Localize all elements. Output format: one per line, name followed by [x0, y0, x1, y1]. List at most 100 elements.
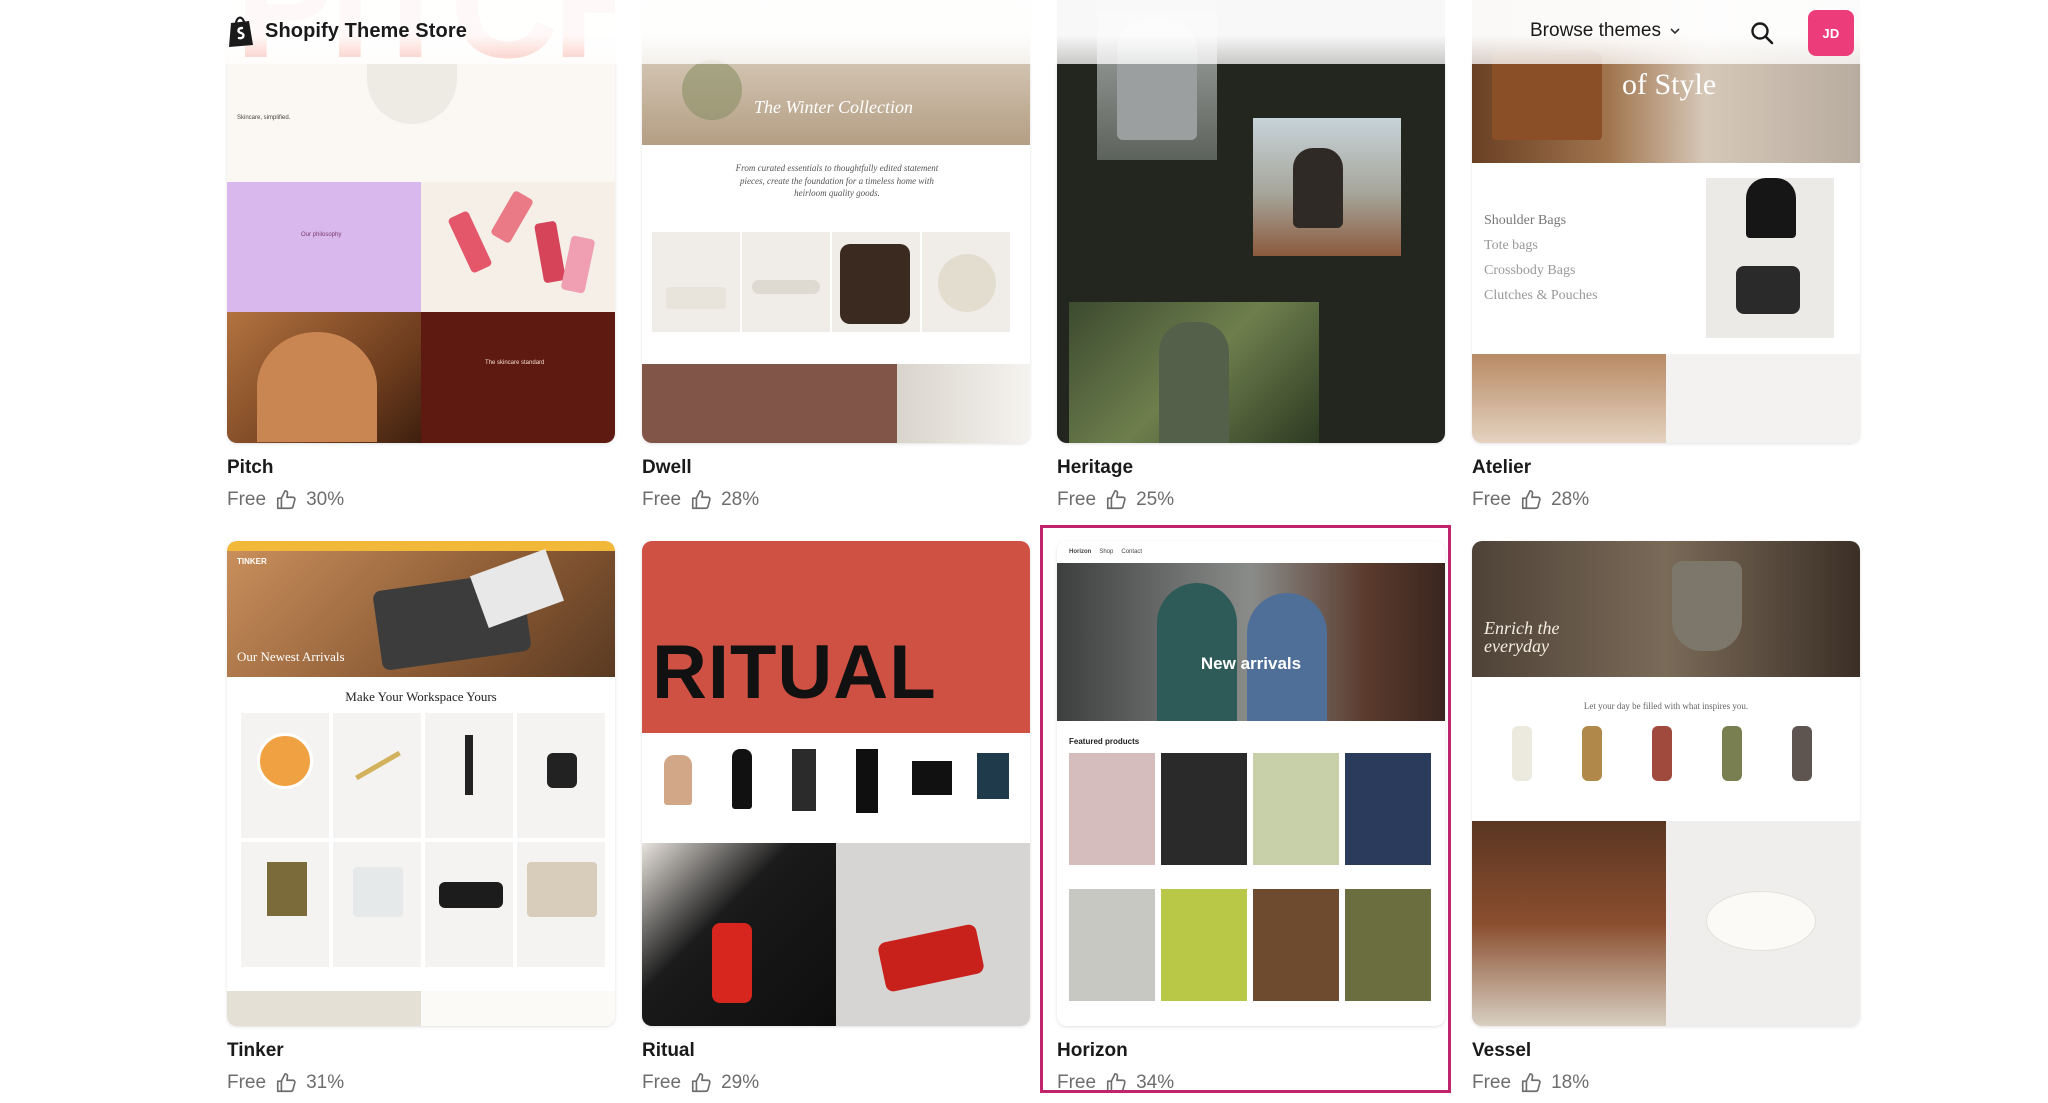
vessel-hero-title: Enrich the everyday: [1484, 618, 1560, 656]
tinker-product-plant: [517, 713, 605, 838]
horizon-section-title: Featured products: [1069, 737, 1140, 746]
theme-card-ritual[interactable]: RITUAL Ritual Free 29%: [642, 541, 1030, 1094]
theme-preview-dwell[interactable]: The Winter Collection From curated essen…: [642, 0, 1030, 443]
atelier-category: Crossbody Bags: [1484, 263, 1576, 278]
theme-card-horizon[interactable]: Horizon Shop Contact New arrivals Featur…: [1057, 541, 1445, 1094]
horizon-product: [1069, 889, 1155, 1001]
thumbs-up-icon: [1522, 490, 1541, 510]
theme-preview-ritual[interactable]: RITUAL: [642, 541, 1030, 1026]
user-avatar[interactable]: JD: [1808, 10, 1854, 56]
vessel-bottle: [1512, 726, 1532, 781]
theme-name[interactable]: Tinker: [227, 1040, 615, 1062]
theme-card-dwell[interactable]: The Winter Collection From curated essen…: [642, 0, 1030, 511]
pitch-tagline: Skincare, simplified.: [237, 115, 291, 121]
dwell-product-4: [922, 232, 1010, 332]
theme-preview-pitch[interactable]: PITCH Skincare, simplified. Our philosop…: [227, 0, 615, 443]
tinker-product-glasses: [333, 842, 421, 967]
horizon-product: [1253, 889, 1339, 1001]
vessel-bottle: [1792, 726, 1812, 781]
search-icon[interactable]: [1749, 20, 1775, 46]
dwell-banner-panel: [642, 364, 897, 443]
theme-price: Free: [227, 489, 267, 510]
theme-price: Free: [227, 1072, 267, 1093]
theme-meta: Free 30%: [227, 489, 615, 511]
theme-card-atelier[interactable]: of Style Shoulder Bags Tote bags Crossbo…: [1472, 0, 1860, 511]
theme-name[interactable]: Atelier: [1472, 457, 1860, 479]
horizon-nav-item: Shop: [1099, 549, 1114, 555]
theme-price: Free: [642, 489, 682, 510]
dwell-banner-image: [897, 364, 1030, 443]
pitch-philosophy-heading: Our philosophy: [301, 232, 342, 238]
thumbs-up-icon: [1522, 1073, 1541, 1093]
theme-name[interactable]: Dwell: [642, 457, 1030, 479]
horizon-hero-image: New arrivals: [1057, 563, 1445, 721]
theme-name[interactable]: Pitch: [227, 457, 615, 479]
theme-name[interactable]: Horizon: [1057, 1040, 1445, 1062]
tinker-section-title: Make Your Workspace Yours: [345, 689, 497, 704]
browse-themes-dropdown[interactable]: Browse themes: [1530, 20, 1681, 42]
dwell-intro-text: From curated essentials to thoughtfully …: [735, 163, 939, 199]
theme-meta: Free 28%: [1472, 489, 1860, 511]
theme-preview-heritage[interactable]: [1057, 0, 1445, 443]
theme-meta: Free 25%: [1057, 489, 1445, 511]
theme-name[interactable]: Vessel: [1472, 1040, 1860, 1062]
atelier-bag-image: [1706, 178, 1834, 338]
dwell-product-2: [742, 232, 830, 332]
thumbs-up-icon: [692, 490, 711, 510]
theme-meta: Free 29%: [642, 1072, 1030, 1094]
tinker-footer-panel: [421, 991, 615, 1026]
horizon-nav-item: Horizon: [1069, 549, 1092, 555]
horizon-nav-item: Contact: [1121, 549, 1143, 555]
theme-rating: 28%: [1551, 489, 1590, 510]
atelier-category: Clutches & Pouches: [1484, 288, 1598, 303]
theme-card-pitch[interactable]: PITCH Skincare, simplified. Our philosop…: [227, 0, 615, 511]
atelier-category: Shoulder Bags: [1484, 213, 1567, 228]
tinker-hero-title: Our Newest Arrivals: [237, 649, 345, 664]
horizon-product: [1345, 753, 1431, 865]
vessel-bottle: [1722, 726, 1742, 781]
brand-link[interactable]: Shopify Theme Store: [227, 14, 467, 48]
horizon-hero-title: New arrivals: [1200, 654, 1302, 673]
top-nav-bar: Shopify Theme Store Browse themes JD: [0, 0, 2048, 64]
tinker-hero-image: TINKER Our Newest Arrivals: [227, 548, 615, 677]
thumbs-up-icon: [1107, 1073, 1126, 1093]
theme-name[interactable]: Ritual: [642, 1040, 1030, 1062]
theme-meta: Free 34%: [1057, 1072, 1445, 1094]
ritual-hero-panel: RITUAL: [642, 541, 1030, 733]
pitch-products-image: [421, 182, 615, 312]
theme-preview-tinker[interactable]: TINKER Our Newest Arrivals Make Your Wor…: [227, 541, 615, 1026]
theme-price: Free: [642, 1072, 682, 1093]
thumbs-up-icon: [1107, 490, 1126, 510]
pitch-standard-panel: The skincare standard: [421, 312, 615, 443]
theme-rating: 31%: [306, 1072, 345, 1093]
tinker-product-scissors: [425, 713, 513, 838]
horizon-product: [1161, 889, 1247, 1001]
atelier-detail-panel: [1666, 354, 1860, 443]
theme-preview-vessel[interactable]: Enrich the everyday Let your day be fill…: [1472, 541, 1860, 1026]
pitch-product-image: [367, 64, 457, 124]
theme-preview-horizon[interactable]: Horizon Shop Contact New arrivals Featur…: [1057, 541, 1445, 1026]
tinker-product-case: [425, 842, 513, 967]
theme-card-vessel[interactable]: Enrich the everyday Let your day be fill…: [1472, 541, 1860, 1094]
brand-name: Shopify Theme Store: [265, 19, 467, 42]
theme-preview-atelier[interactable]: of Style Shoulder Bags Tote bags Crossbo…: [1472, 0, 1860, 443]
theme-meta: Free 18%: [1472, 1072, 1860, 1094]
dwell-product-3: [832, 232, 920, 332]
theme-name[interactable]: Heritage: [1057, 457, 1445, 479]
theme-price: Free: [1057, 1072, 1097, 1093]
chevron-down-icon: [1670, 28, 1680, 35]
theme-card-heritage[interactable]: Heritage Free 25%: [1057, 0, 1445, 511]
vessel-bottle: [1652, 726, 1672, 781]
horizon-preview-nav: Horizon Shop Contact: [1057, 541, 1445, 563]
theme-card-tinker[interactable]: TINKER Our Newest Arrivals Make Your Wor…: [227, 541, 615, 1094]
thumbs-up-icon: [692, 1073, 711, 1093]
pitch-standard-heading: The skincare standard: [485, 360, 545, 366]
ritual-product-image: [836, 843, 1030, 1026]
thumbs-up-icon: [277, 1073, 296, 1093]
ritual-category-row: [642, 733, 1030, 843]
vessel-hero-image: Enrich the everyday: [1472, 541, 1860, 677]
theme-price: Free: [1057, 489, 1097, 510]
dwell-hero-title: The Winter Collection: [754, 97, 913, 117]
tinker-announcement-bar: [227, 541, 615, 551]
tinker-product-pouch: [517, 842, 605, 967]
